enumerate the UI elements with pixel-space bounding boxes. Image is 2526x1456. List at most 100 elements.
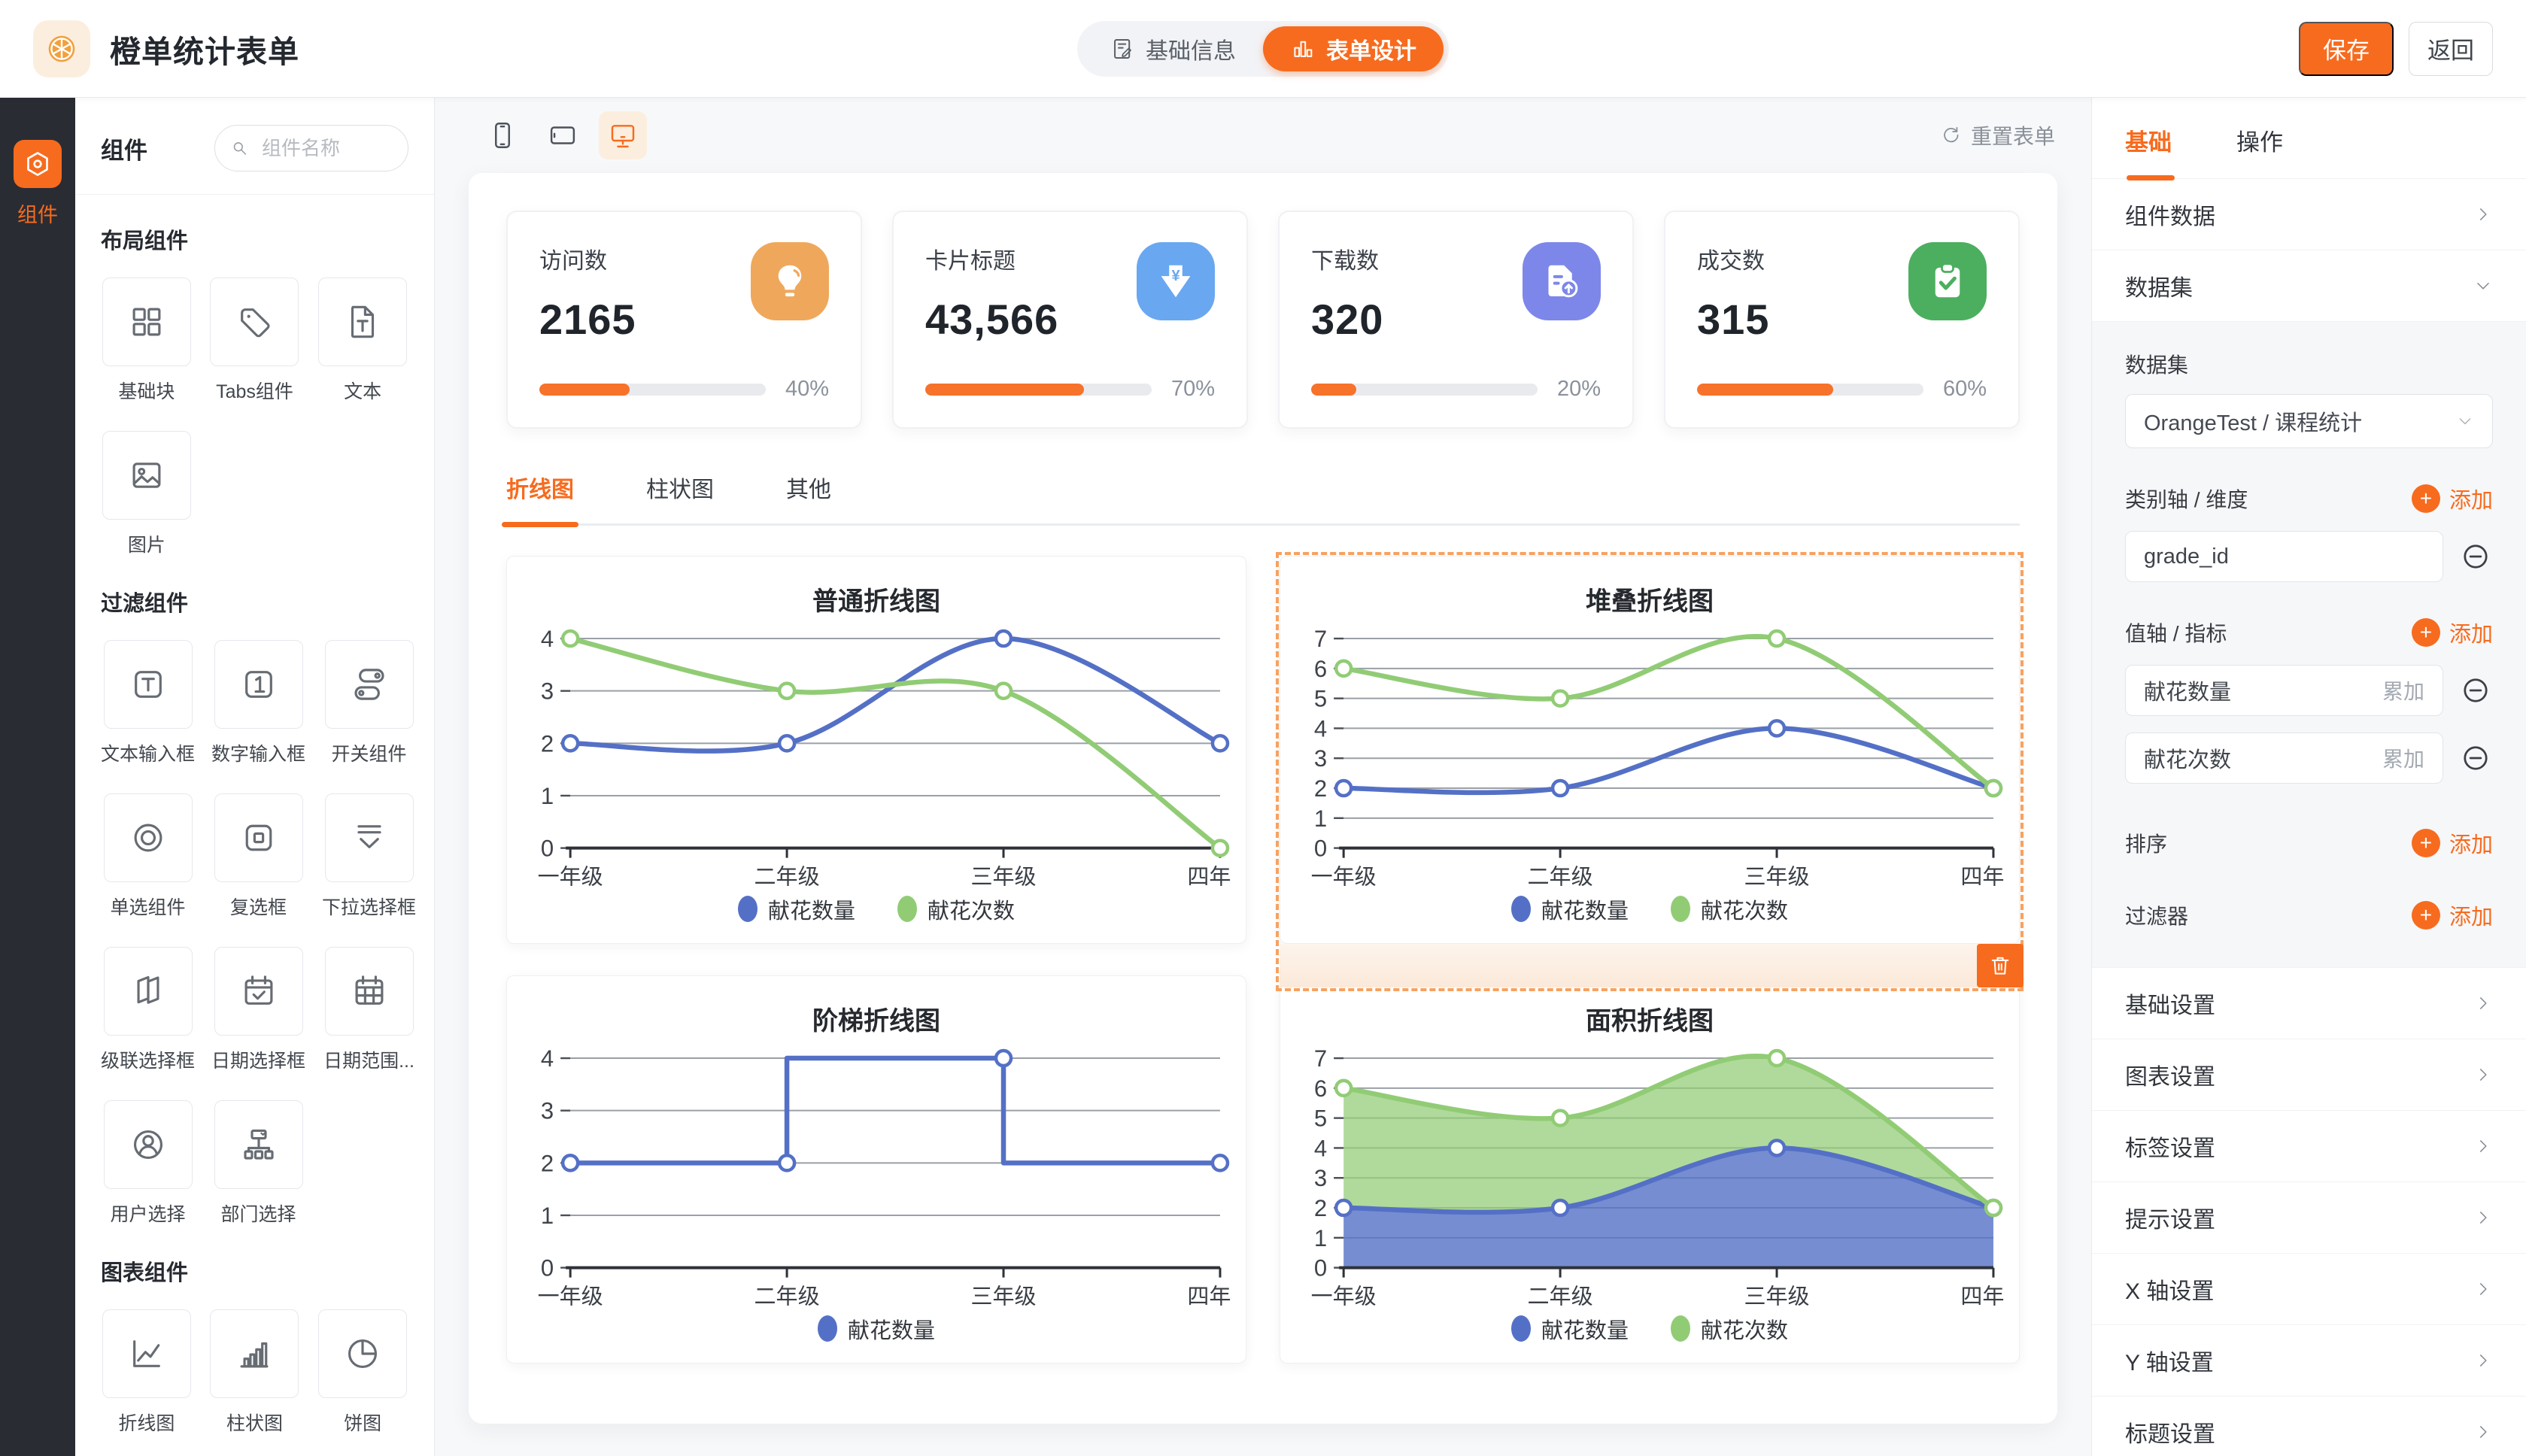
setting-row-title[interactable]: 标题设置 (2092, 1397, 2526, 1456)
legend-item[interactable]: 献花次数 (897, 893, 1015, 925)
component-item[interactable]: 用户选择 (101, 1100, 195, 1227)
remove-field-button[interactable] (2458, 741, 2493, 775)
chart-title: 普通折线图 (522, 581, 1231, 617)
component-item[interactable]: 图片 (101, 431, 193, 557)
legend-item[interactable]: 献花次数 (1671, 893, 1788, 925)
add-sort-button[interactable]: + 添加 (2412, 827, 2493, 859)
component-grid: 基础块 Tabs组件文本图片 (101, 278, 408, 557)
remove-field-button[interactable] (2458, 539, 2493, 574)
add-label: 添加 (2449, 617, 2493, 648)
mode-tab-form-design[interactable]: 表单设计 (1263, 26, 1444, 71)
setting-row-tooltip[interactable]: 提示设置 (2092, 1182, 2526, 1254)
add-filter-button[interactable]: + 添加 (2412, 899, 2493, 931)
component-item[interactable]: 复选框 (211, 793, 305, 920)
component-item[interactable]: 数字输入框 (211, 640, 305, 766)
mode-tab-basic-info[interactable]: 基础信息 (1082, 26, 1263, 71)
chart-widget-stacked-line[interactable]: 堆叠折线图01234567一年级二年级三年级四年级献花数量献花次数 (1280, 556, 2020, 944)
component-item[interactable]: 下拉选择框 (322, 793, 416, 920)
svg-text:7: 7 (1314, 1046, 1327, 1072)
component-item-label: 图片 (128, 530, 165, 557)
inspector-body: 组件数据 数据集 数据集 OrangeTest / 课程统计 类别轴 / 维度 (2092, 179, 2526, 1456)
svg-text:1: 1 (541, 783, 554, 809)
dataset-collapse-row[interactable]: 数据集 (2092, 250, 2526, 322)
svg-text:三年级: 三年级 (1744, 1285, 1809, 1309)
component-item[interactable]: 日期选择框 (211, 947, 305, 1073)
component-item[interactable]: 文本输入框 (101, 640, 195, 766)
chart-tab[interactable]: 其他 (786, 471, 831, 523)
setting-row-label: 标签设置 (2125, 1130, 2215, 1163)
delete-widget-button[interactable] (1977, 944, 2024, 987)
device-toggle-tablet[interactable] (539, 111, 587, 159)
component-item[interactable]: 日期范围... (322, 947, 416, 1073)
dataset-header-label: 数据集 (2125, 269, 2193, 302)
component-item[interactable]: 柱状图 (209, 1309, 301, 1436)
field-box[interactable]: grade_id (2125, 531, 2443, 582)
dataset-select[interactable]: OrangeTest / 课程统计 (2125, 394, 2493, 448)
chart-widget-area-line[interactable]: 面积折线图01234567一年级二年级三年级四年级献花数量献花次数 (1280, 975, 2020, 1363)
stat-card[interactable]: 访问数216540% (506, 211, 862, 429)
add-dimension-button[interactable]: + 添加 (2412, 483, 2493, 514)
inspector-tab-actions[interactable]: 操作 (2236, 123, 2283, 178)
component-item[interactable]: 饼图 (317, 1309, 408, 1436)
inspector-tab-basic[interactable]: 基础 (2125, 123, 2172, 178)
legend-item[interactable]: 献花次数 (1671, 1313, 1788, 1345)
svg-text:0: 0 (541, 836, 554, 862)
legend-item[interactable]: 献花数量 (1511, 1313, 1629, 1345)
chart-tab[interactable]: 柱状图 (646, 471, 714, 523)
chart-widget-normal-line[interactable]: 普通折线图01234一年级二年级三年级四年级献花数量献花次数 (506, 556, 1246, 944)
header: 橙单统计表单 基础信息表单设计 保存 返回 (0, 0, 2526, 98)
add-label: 添加 (2449, 899, 2493, 931)
remove-field-button[interactable] (2458, 673, 2493, 708)
device-toggle-desktop[interactable] (599, 111, 647, 159)
component-item[interactable]: 基础块 (101, 278, 193, 404)
field-name: 献花数量 (2144, 675, 2231, 706)
save-button[interactable]: 保存 (2299, 22, 2394, 76)
legend-item[interactable]: 献花数量 (738, 893, 855, 925)
setting-row-basic[interactable]: 基础设置 (2092, 968, 2526, 1039)
add-metric-button[interactable]: + 添加 (2412, 617, 2493, 648)
component-item[interactable]: 文本 (317, 278, 408, 404)
component-item-label: Tabs组件 (216, 377, 293, 404)
rail-item-components[interactable] (14, 140, 62, 188)
legend-item[interactable]: 献花数量 (1511, 893, 1629, 925)
setting-row-chart[interactable]: 图表设置 (2092, 1039, 2526, 1111)
stat-card[interactable]: 下载数32020% (1278, 211, 1634, 429)
component-item[interactable]: 开关组件 (322, 640, 416, 766)
stat-card[interactable]: 卡片标题43,566¥70% (892, 211, 1248, 429)
stat-card-title: 卡片标题 (925, 242, 1058, 275)
component-item[interactable]: 单选组件 (101, 793, 195, 920)
setting-row-label[interactable]: 标签设置 (2092, 1111, 2526, 1182)
chevron-right-icon (2473, 1136, 2493, 1156)
stat-card[interactable]: 成交数31560% (1664, 211, 2020, 429)
component-item[interactable]: Tabs组件 (209, 278, 301, 404)
chart-title: 阶梯折线图 (522, 1000, 1231, 1037)
chart-tab[interactable]: 折线图 (506, 471, 574, 523)
setting-row-x-axis[interactable]: X 轴设置 (2092, 1254, 2526, 1325)
field-box[interactable]: 献花次数累加 (2125, 733, 2443, 784)
field-box[interactable]: 献花数量累加 (2125, 665, 2443, 716)
device-toggle-phone[interactable] (478, 111, 527, 159)
reset-form-button[interactable]: 重置表单 (1939, 120, 2055, 150)
progress-fill (1311, 384, 1356, 396)
legend-item[interactable]: 献花数量 (818, 1313, 935, 1345)
chart-widget-step-line[interactable]: 阶梯折线图01234一年级二年级三年级四年级献花数量 (506, 975, 1246, 1363)
back-button[interactable]: 返回 (2409, 22, 2493, 76)
svg-text:2: 2 (1314, 1195, 1327, 1221)
progress-percent: 40% (785, 377, 829, 402)
component-item[interactable]: 部门选择 (211, 1100, 305, 1227)
component-item[interactable]: 级联选择框 (101, 947, 195, 1073)
plus-icon: + (2412, 618, 2440, 647)
stat-card-title: 访问数 (539, 242, 636, 275)
component-data-row[interactable]: 组件数据 (2092, 179, 2526, 250)
svg-text:一年级: 一年级 (538, 1285, 603, 1309)
chart-card[interactable]: 阶梯折线图01234一年级二年级三年级四年级献花数量 (506, 975, 1246, 1363)
rail-item-label: 组件 (17, 199, 58, 228)
chart-card[interactable]: 面积折线图01234567一年级二年级三年级四年级献花数量献花次数 (1280, 975, 2020, 1363)
chart-card[interactable]: 普通折线图01234一年级二年级三年级四年级献花数量献花次数 (506, 556, 1246, 944)
chart-card[interactable]: 堆叠折线图01234567一年级二年级三年级四年级献花数量献花次数 (1280, 556, 2020, 944)
chart-plot: 01234567一年级二年级三年级四年级 (1295, 1042, 2004, 1312)
component-data-label: 组件数据 (2125, 198, 2215, 231)
chevron-right-icon (2473, 1208, 2493, 1227)
component-item[interactable]: 折线图 (101, 1309, 193, 1436)
setting-row-y-axis[interactable]: Y 轴设置 (2092, 1325, 2526, 1397)
